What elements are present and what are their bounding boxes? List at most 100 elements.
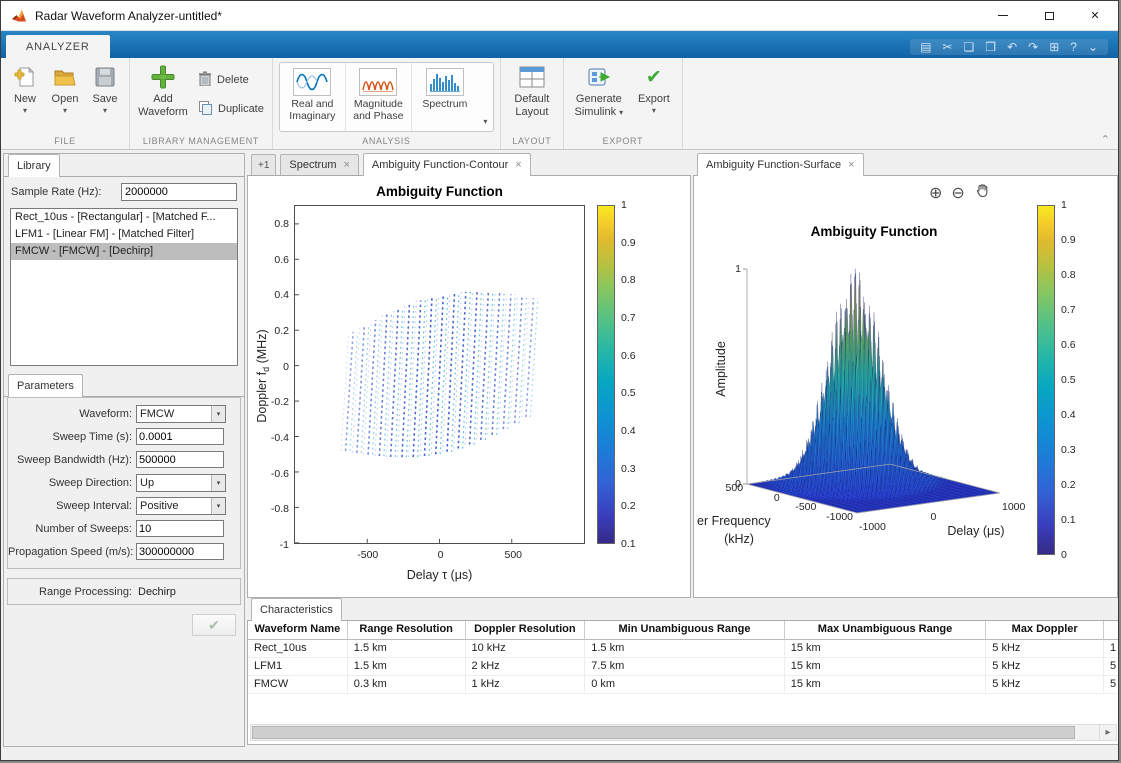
table-row[interactable]: LFM11.5 km2 kHz7.5 km15 km5 kHz5 <box>248 658 1119 676</box>
sweep-bandwidth-field[interactable] <box>136 451 224 468</box>
sweep-bandwidth-label: Sweep Bandwidth (Hz): <box>8 454 136 466</box>
generate-simulink-label: Generate Simulink <box>575 93 622 118</box>
sweep-interval-select[interactable]: Positive▾ <box>136 497 226 515</box>
magnitude-and-phase-button[interactable]: Magnitude and Phase <box>346 63 412 131</box>
tab-ambiguity-function-contour[interactable]: Ambiguity Function-Contour × <box>363 153 531 176</box>
column-header[interactable]: Doppler Resolution <box>466 621 586 640</box>
tab-spectrum[interactable]: Spectrum × <box>280 154 359 175</box>
cell: 1.5 km <box>348 640 466 657</box>
default-layout-button[interactable]: Default Layout <box>505 58 559 135</box>
number-of-sweeps-field[interactable] <box>136 520 224 537</box>
cell: Rect_10us <box>248 640 348 657</box>
add-waveform-button[interactable]: Add Waveform <box>134 58 192 135</box>
colorbar-tick-label: 0 <box>1061 549 1067 561</box>
cell: 15 km <box>785 658 987 675</box>
collapse-ribbon-icon[interactable]: ⌃ <box>1101 133 1110 146</box>
waveform-library-list[interactable]: Rect_10us - [Rectangular] - [Matched F..… <box>10 208 238 366</box>
spectrum-button[interactable]: Spectrum <box>412 63 478 131</box>
zoom-out-icon[interactable]: ⊖ <box>951 186 964 202</box>
combo-chevron-icon[interactable]: ▾ <box>211 406 225 422</box>
column-header[interactable]: Waveform Name <box>248 621 348 640</box>
parameter-row: Sweep Time (s): <box>8 425 240 448</box>
cut-icon[interactable]: ✂ <box>942 41 952 53</box>
duplicate-button[interactable]: Duplicate <box>198 100 264 118</box>
table-row[interactable]: Rect_10us1.5 km10 kHz1.5 km15 km5 kHz1 <box>248 640 1119 658</box>
tab-library[interactable]: Library <box>8 154 60 177</box>
copy-icon[interactable]: ❏ <box>964 41 975 53</box>
cell: 1 <box>1104 640 1119 657</box>
minimize-button[interactable] <box>980 1 1026 31</box>
quick-access-toolbar: ▤ ✂ ❏ ❒ ↶ ↷ ⊞? ⌄ <box>910 39 1108 55</box>
surface-axes[interactable]: Amplitude er Frequency (kHz) Delay (μs) … <box>709 246 1019 546</box>
tab-overflow-indicator[interactable]: +1 <box>251 154 276 175</box>
close-tab-icon[interactable]: × <box>515 160 521 171</box>
undo-icon[interactable]: ↶ <box>1007 41 1017 53</box>
paste-icon[interactable]: ❒ <box>985 41 996 53</box>
library-item[interactable]: LFM1 - [Linear FM] - [Matched Filter] <box>11 226 237 243</box>
new-button[interactable]: New ▾ <box>5 58 45 135</box>
close-tab-icon[interactable]: × <box>848 160 854 171</box>
apply-button[interactable]: ✔ <box>192 614 236 636</box>
save-icon[interactable]: ▤ <box>920 41 931 53</box>
window-layout-icon[interactable]: ⊞ <box>1049 41 1059 53</box>
column-header[interactable] <box>1104 621 1119 640</box>
real-and-imaginary-button[interactable]: Real and Imaginary <box>280 63 346 131</box>
chevron-down-icon: ▾ <box>652 107 656 115</box>
scroll-right-button[interactable]: ▸ <box>1099 725 1116 740</box>
open-button[interactable]: Open ▾ <box>45 58 85 135</box>
expand-icon[interactable]: ⌄ <box>1088 41 1098 53</box>
zoom-in-icon[interactable]: ⊕ <box>929 186 942 202</box>
horizontal-scrollbar[interactable]: ▸ <box>250 724 1117 741</box>
tab-parameters[interactable]: Parameters <box>8 374 83 397</box>
combo-chevron-icon[interactable]: ▾ <box>211 498 225 514</box>
column-header[interactable]: Min Unambiguous Range <box>585 621 785 640</box>
tab-ambiguity-function-surface[interactable]: Ambiguity Function-Surface × <box>697 153 864 176</box>
real-imaginary-waveform-icon <box>293 68 331 96</box>
tab-characteristics[interactable]: Characteristics <box>251 598 342 621</box>
table-row[interactable]: FMCW0.3 km1 kHz0 km15 km5 kHz5 <box>248 676 1119 694</box>
close-button[interactable]: ✕ <box>1072 1 1118 31</box>
redo-icon[interactable]: ↷ <box>1028 41 1038 53</box>
apply-check-icon: ✔ <box>208 617 220 634</box>
help-icon[interactable]: ? <box>1070 41 1077 53</box>
maximize-button[interactable] <box>1026 1 1072 31</box>
library-item[interactable]: Rect_10us - [Rectangular] - [Matched F..… <box>11 209 237 226</box>
combo-chevron-icon[interactable]: ▾ <box>211 475 225 491</box>
analysis-gallery-dropdown[interactable]: ▾ <box>478 63 493 131</box>
generate-simulink-button[interactable]: Generate Simulink ▾ <box>568 58 630 135</box>
column-header[interactable]: Max Doppler <box>986 621 1104 640</box>
save-button-label: Save <box>92 93 117 106</box>
library-item[interactable]: FMCW - [FMCW] - [Dechirp] <box>11 243 237 260</box>
close-tab-icon[interactable]: × <box>343 160 349 171</box>
column-header[interactable]: Max Unambiguous Range <box>785 621 987 640</box>
delete-button[interactable]: Delete <box>198 71 264 89</box>
cell: 0.3 km <box>348 676 466 693</box>
column-header[interactable]: Range Resolution <box>348 621 466 640</box>
pan-hand-icon[interactable] <box>974 183 990 204</box>
propagation-speed-field[interactable] <box>136 543 224 560</box>
scrollbar-thumb[interactable] <box>252 726 1075 739</box>
chevron-down-icon: ▾ <box>63 107 67 115</box>
contour-axes[interactable]: Doppler fd (MHz) Delay τ (μs) 0.80.60.40… <box>294 205 585 544</box>
sweep-direction-select[interactable]: Up▾ <box>136 474 226 492</box>
waveform-select[interactable]: FMCW▾ <box>136 405 226 423</box>
sample-rate-input[interactable] <box>121 183 237 201</box>
surface-z-axis-label: Amplitude <box>714 299 728 439</box>
propagation-speed-label: Propagation Speed (m/s): <box>8 546 136 558</box>
axes-toolbar: ⊕ ⊖ <box>929 183 990 204</box>
delete-icon <box>198 71 212 89</box>
save-button[interactable]: Save ▾ <box>85 58 125 135</box>
ribbon-section-export: Generate Simulink ▾ ✔ Export ▾ EXPORT <box>564 58 683 149</box>
colorbar-tick-label: 0.4 <box>1061 409 1076 421</box>
sweep-time-field[interactable] <box>136 428 224 445</box>
parameter-row: Propagation Speed (m/s): <box>8 540 240 563</box>
export-button[interactable]: ✔ Export ▾ <box>630 58 678 135</box>
real-and-imaginary-label: Real and Imaginary <box>282 98 343 122</box>
save-icon <box>92 64 118 90</box>
characteristics-panel: Characteristics Waveform NameRange Resol… <box>247 598 1119 745</box>
colorbar-tick-label: 1 <box>1061 199 1067 211</box>
y-tick-label: 0.4 <box>249 289 289 301</box>
tab-analyzer[interactable]: ANALYZER <box>6 35 110 58</box>
range-processing-row: Range Processing: Dechirp <box>7 578 241 605</box>
colorbar-tick-label: 0.5 <box>1061 374 1076 386</box>
